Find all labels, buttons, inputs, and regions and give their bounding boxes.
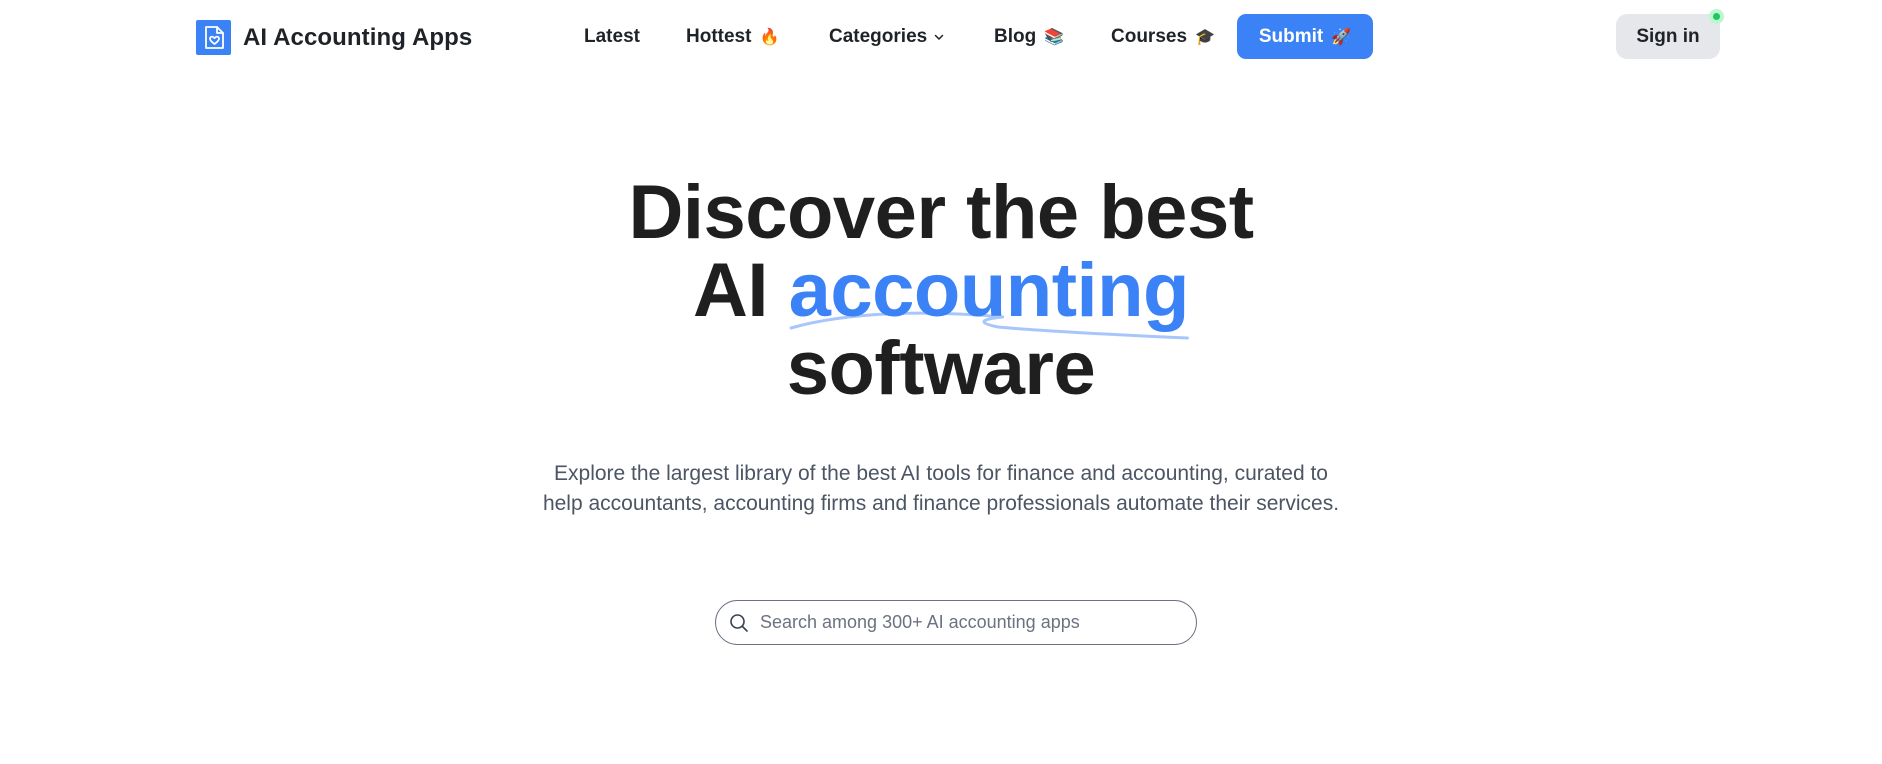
nav-blog[interactable]: Blog 📚 xyxy=(994,14,1064,60)
fire-icon: 🔥 xyxy=(759,29,780,46)
top-navbar: AI Accounting Apps Latest Hottest 🔥 Cate… xyxy=(0,0,1882,74)
submit-label: Submit xyxy=(1258,25,1324,47)
sign-in-button[interactable]: Sign in xyxy=(1616,14,1720,59)
nav-categories-label: Categories xyxy=(829,26,928,47)
document-heart-icon xyxy=(196,20,231,55)
chevron-down-icon xyxy=(933,31,945,43)
sign-in-label: Sign in xyxy=(1636,25,1700,47)
nav-latest-label: Latest xyxy=(584,26,640,47)
hero-line-2-prefix: AI xyxy=(693,248,769,333)
hero-subtitle: Explore the largest library of the best … xyxy=(542,462,1340,515)
nav-hottest-label: Hottest xyxy=(686,26,752,47)
books-icon: 📚 xyxy=(1044,29,1065,46)
hero-line-2: AI accounting xyxy=(0,252,1882,340)
nav-courses[interactable]: Courses 🎓 xyxy=(1111,14,1215,60)
graduation-cap-icon: 🎓 xyxy=(1195,29,1215,46)
search-icon xyxy=(728,612,750,634)
rocket-icon: 🚀 xyxy=(1331,28,1352,46)
nav-hottest[interactable]: Hottest 🔥 xyxy=(686,14,779,60)
brand-home-link[interactable]: AI Accounting Apps xyxy=(196,20,472,55)
nav-categories-dropdown[interactable]: Categories xyxy=(829,14,945,60)
squiggle-underline-decoration xyxy=(789,311,1189,340)
nav-blog-label: Blog xyxy=(994,26,1037,47)
online-status-indicator xyxy=(1709,9,1724,24)
nav-courses-label: Courses xyxy=(1111,26,1188,47)
search-bar[interactable] xyxy=(715,600,1197,645)
hero-line-1: Discover the best xyxy=(628,170,1254,255)
submit-button[interactable]: Submit 🚀 xyxy=(1237,14,1373,59)
hero-accent-word: accounting xyxy=(789,252,1189,340)
nav-latest[interactable]: Latest xyxy=(584,14,640,60)
brand-name: AI Accounting Apps xyxy=(243,23,473,51)
hero-heading: Discover the best AI accounting software xyxy=(0,174,1882,408)
search-input[interactable] xyxy=(760,612,1180,633)
